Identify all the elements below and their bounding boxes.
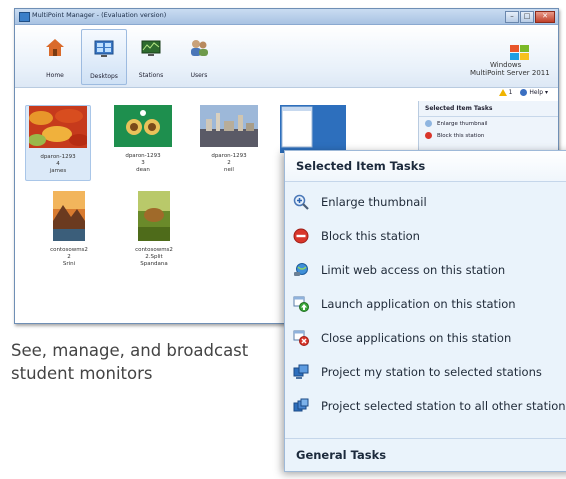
magnifier-plus-icon	[293, 194, 309, 210]
task-launch-application[interactable]: Launch application on this station	[285, 293, 566, 315]
window-title: MultiPoint Manager - (Evaluation version…	[32, 11, 167, 19]
task-enlarge-thumbnail[interactable]: Enlarge thumbnail	[419, 117, 558, 129]
warning-icon	[498, 89, 507, 96]
brand-line2: MultiPoint Server 2011	[470, 69, 550, 77]
general-tasks-section: General Tasks	[285, 438, 566, 479]
nav-stations[interactable]: Stations	[129, 29, 173, 83]
thumbnail-caption: dparon-1293 4 james	[40, 154, 76, 174]
general-tasks-header[interactable]: General Tasks	[296, 448, 386, 462]
zoom-panel-header: Selected Item Tasks	[285, 151, 566, 182]
windows-multipoint-logo: Windows MultiPoint Server 2011	[470, 45, 550, 85]
thumbnail-image-city	[200, 105, 258, 147]
nav-users[interactable]: Users	[177, 29, 221, 83]
web-limit-icon	[294, 263, 308, 276]
thumbnail-image-grass	[138, 191, 170, 241]
station-thumbnail[interactable]: contosowms2 2.Split Spandana	[122, 191, 186, 268]
station-thumbnail[interactable]: dparon-1293 2 neil	[197, 105, 261, 174]
alert-count: 1	[508, 89, 513, 96]
magnifier-plus-icon	[425, 120, 432, 127]
thumbnail-caption: dparon-1293 3 dean	[125, 153, 161, 173]
help-label: Help	[529, 89, 544, 96]
task-close-applications[interactable]: Close applications on this station	[285, 327, 566, 349]
nav-home[interactable]: Home	[33, 29, 77, 83]
zoomed-task-panel: Selected Item Tasks Enlarge thumbnail Bl…	[284, 150, 566, 472]
station-thumbnail[interactable]: dparon-1293 4 james	[25, 105, 91, 181]
block-icon	[425, 132, 432, 139]
block-icon	[293, 228, 309, 244]
task-panel-header: Selected Item Tasks	[419, 101, 558, 117]
thumbnail-image-desktop	[280, 105, 346, 153]
ribbon: Home Desktops Stations Users Windows Mul…	[15, 25, 558, 88]
task-block-station[interactable]: Block this station	[285, 225, 566, 247]
task-project-selected-station[interactable]: Project selected station to all other st…	[285, 395, 566, 417]
window-controls: – □ ✕	[505, 11, 555, 23]
thumbnail-caption: contosowms2 2 Srini	[50, 247, 88, 267]
project-all-icon	[293, 398, 309, 412]
nav-desktops[interactable]: Desktops	[81, 29, 127, 85]
task-block-station[interactable]: Block this station	[419, 129, 558, 141]
station-thumbnail[interactable]: contosowms2 2 Srini	[37, 191, 101, 268]
thumbnail-image-leaves	[28, 106, 89, 148]
close-app-icon	[293, 330, 309, 346]
maximize-icon[interactable]: □	[520, 11, 534, 23]
windows-flag-icon	[510, 45, 530, 61]
users-icon	[191, 40, 208, 56]
desktops-icon	[94, 40, 114, 57]
task-enlarge-thumbnail[interactable]: Enlarge thumbnail	[285, 191, 566, 213]
thumbnail-image-green	[114, 105, 172, 147]
brand-line1: Windows	[490, 61, 522, 69]
thumbnail-image-mountain	[53, 191, 85, 241]
task-limit-web-access[interactable]: Limit web access on this station	[285, 259, 566, 281]
minimize-icon[interactable]: –	[505, 11, 519, 23]
thumbnail-caption: contosowms2 2.Split Spandana	[135, 247, 173, 267]
help-icon	[520, 89, 528, 96]
alerts-button[interactable]: 1	[498, 89, 513, 96]
stations-icon	[141, 40, 161, 56]
title-bar: MultiPoint Manager - (Evaluation version…	[15, 9, 558, 25]
close-icon[interactable]: ✕	[535, 11, 555, 23]
launch-app-icon	[293, 296, 309, 312]
app-icon	[19, 12, 30, 22]
project-icon	[293, 364, 309, 379]
top-toolbar: 1 Help ▾	[498, 89, 548, 96]
caption-text: See, manage, and broadcast student monit…	[11, 341, 249, 383]
home-icon	[46, 39, 64, 56]
task-project-my-station[interactable]: Project my station to selected stations	[285, 361, 566, 383]
help-button[interactable]: Help ▾	[520, 89, 548, 96]
thumbnail-caption: dparon-1293 2 neil	[211, 153, 247, 173]
station-thumbnail[interactable]: dparon-1293 3 dean	[111, 105, 175, 174]
